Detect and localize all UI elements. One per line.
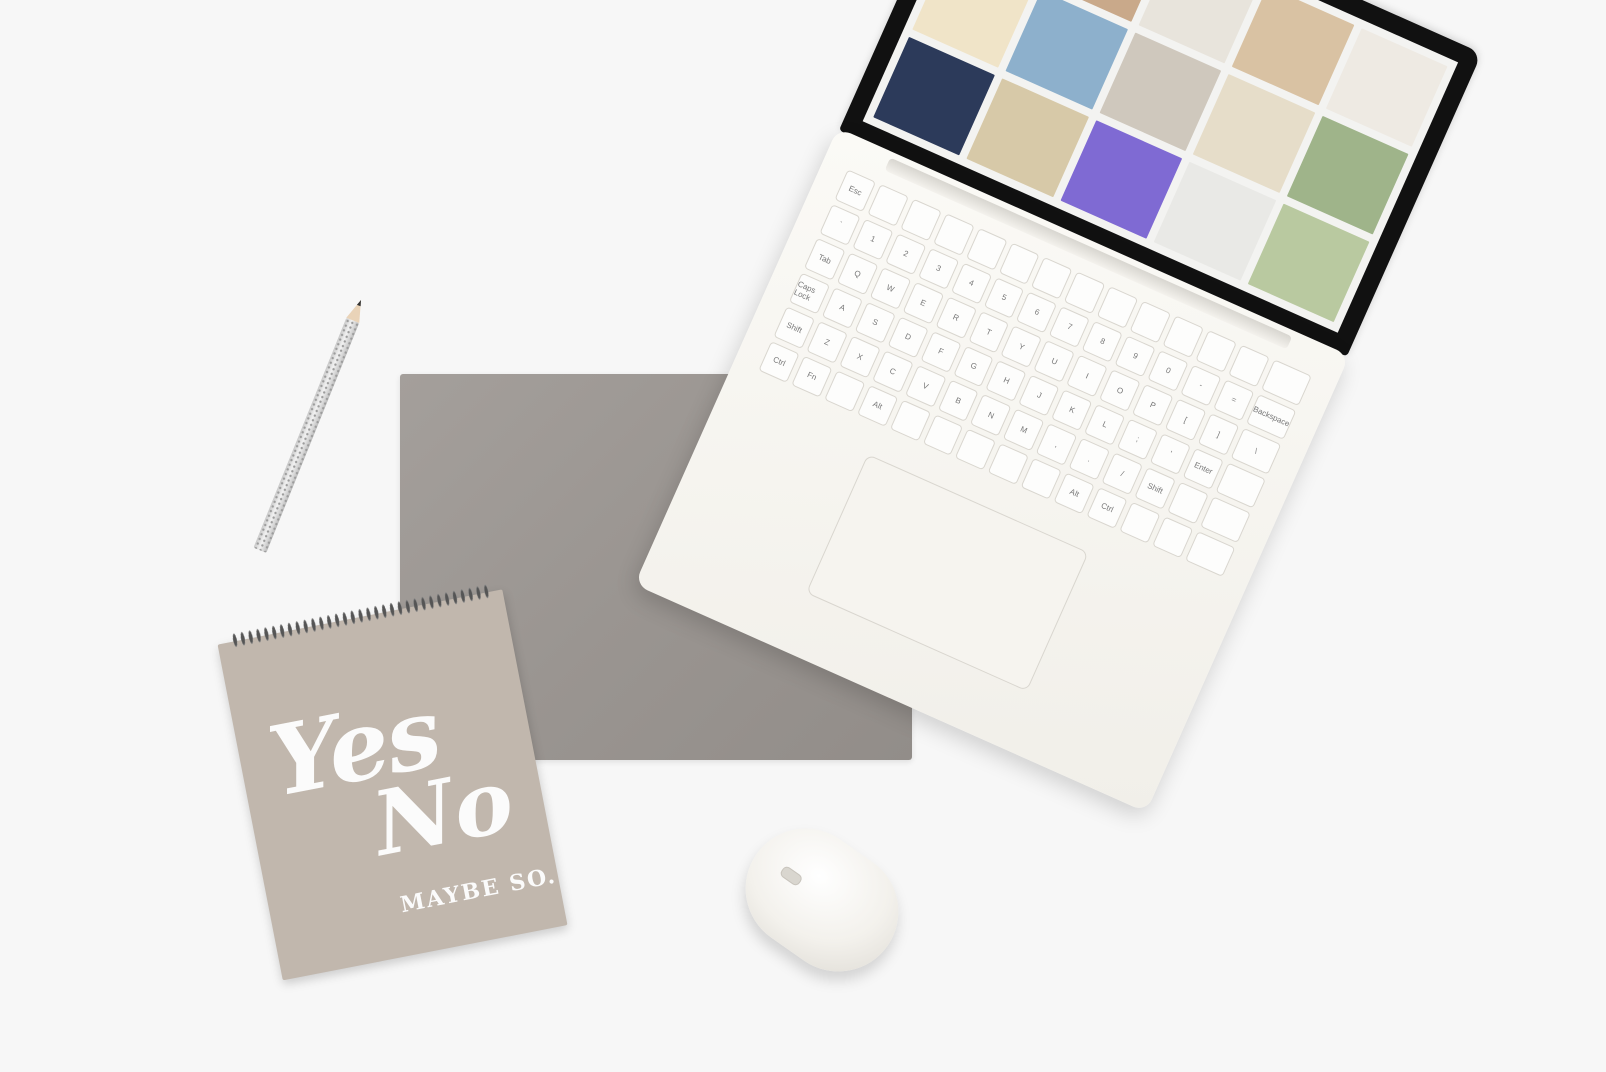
keyboard-key (933, 213, 975, 256)
keyboard-key: Fn (791, 355, 833, 398)
pencil (253, 297, 368, 553)
keyboard-key: W (869, 267, 912, 310)
keyboard-key: E (902, 281, 944, 324)
keyboard-key: = (1213, 378, 1255, 422)
keyboard-key: 4 (950, 262, 993, 305)
pencil-body (253, 317, 360, 553)
keyboard-key (1167, 481, 1209, 524)
keyboard-key: 1 (852, 218, 894, 261)
keyboard-key: R (935, 296, 977, 339)
keyboard-key: S (854, 301, 896, 344)
keyboard-key: C (872, 350, 914, 393)
keyboard-key (1152, 515, 1194, 559)
keyboard-key (823, 369, 866, 413)
keyboard-key: Alt (856, 384, 899, 427)
keyboard-key: Q (836, 252, 879, 295)
notebook-subtitle: MAYBE SO. (398, 862, 559, 919)
keyboard-key: V (904, 364, 947, 408)
keyboard-key: 3 (917, 247, 960, 290)
keyboard-key: 2 (884, 232, 927, 276)
wireless-mouse (722, 804, 922, 996)
keyboard-key (889, 399, 932, 442)
keyboard-key (900, 198, 942, 241)
keyboard-key: X (839, 335, 881, 378)
keyboard-key: D (887, 315, 929, 359)
keyboard-key: A (821, 286, 864, 330)
keyboard-key: Z (806, 320, 848, 364)
keyboard-key: F (920, 330, 962, 373)
keyboard-key (867, 183, 909, 227)
keyboard-key (965, 227, 1008, 271)
mouse-scroll-wheel (778, 864, 804, 888)
